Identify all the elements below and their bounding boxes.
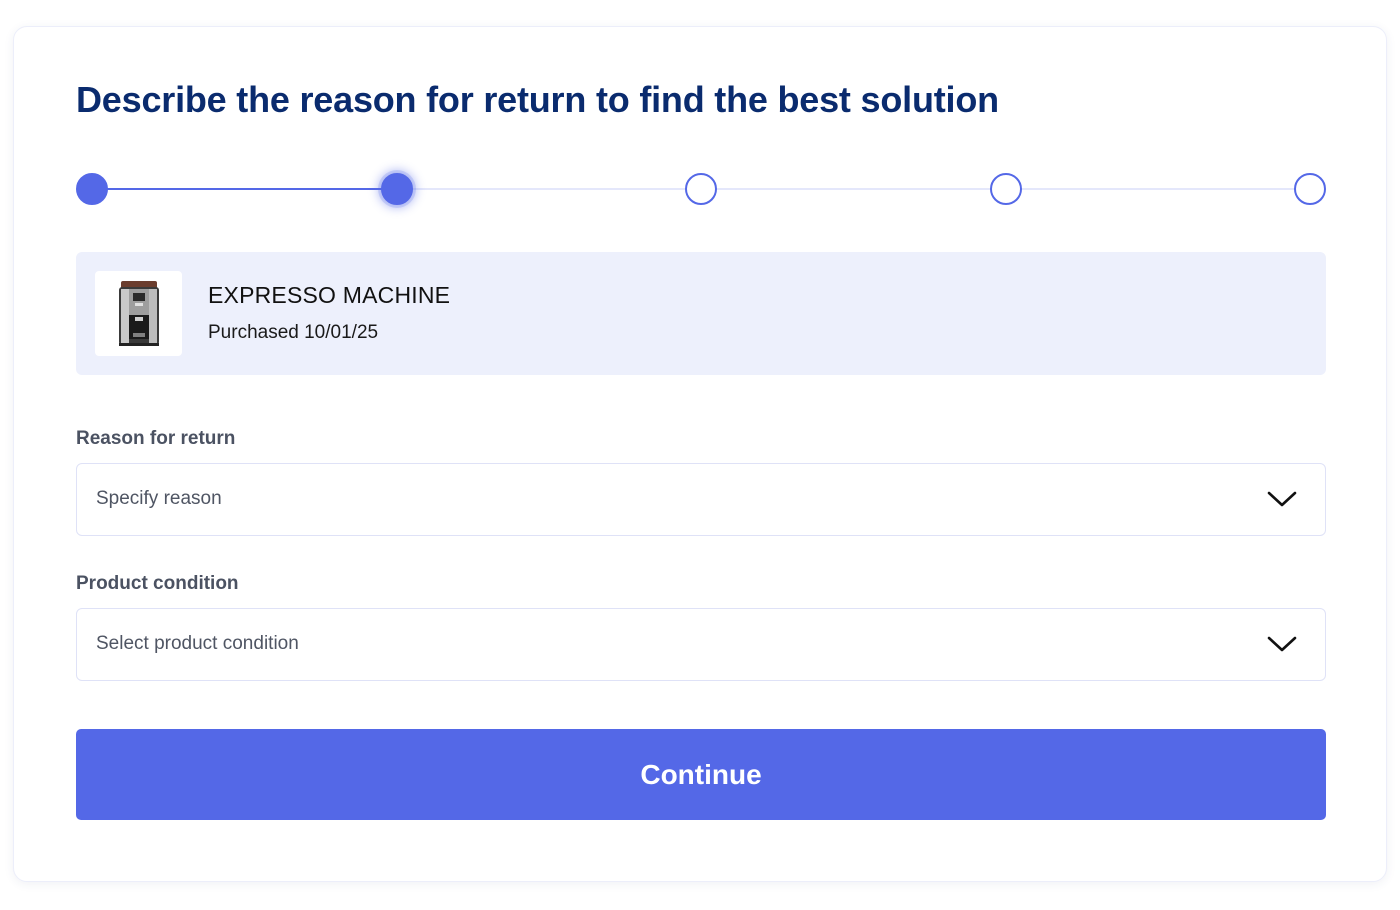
espresso-machine-icon bbox=[119, 281, 159, 346]
step-3 bbox=[685, 173, 717, 205]
step-5 bbox=[1294, 173, 1326, 205]
condition-select[interactable]: Select product condition bbox=[76, 608, 1326, 681]
chevron-down-icon bbox=[1267, 636, 1297, 652]
page-title: Describe the reason for return to find t… bbox=[76, 79, 999, 120]
reason-label: Reason for return bbox=[76, 428, 236, 449]
reason-select[interactable]: Specify reason bbox=[76, 463, 1326, 536]
chevron-down-icon bbox=[1267, 491, 1297, 507]
condition-label: Product condition bbox=[76, 573, 239, 594]
return-form-card: Describe the reason for return to find t… bbox=[13, 26, 1387, 882]
step-2 bbox=[380, 173, 413, 205]
continue-button[interactable]: Continue bbox=[76, 729, 1326, 820]
condition-placeholder: Select product condition bbox=[96, 633, 299, 654]
progress-stepper bbox=[76, 172, 1326, 206]
step-1 bbox=[76, 173, 108, 205]
step-4 bbox=[989, 173, 1022, 205]
product-summary: EXPRESSO MACHINE Purchased 10/01/25 bbox=[76, 252, 1326, 375]
product-thumbnail bbox=[95, 271, 182, 356]
product-name: EXPRESSO MACHINE bbox=[208, 282, 451, 308]
stepper-progress bbox=[92, 188, 397, 190]
purchase-date: Purchased 10/01/25 bbox=[208, 322, 379, 343]
reason-placeholder: Specify reason bbox=[96, 488, 222, 509]
